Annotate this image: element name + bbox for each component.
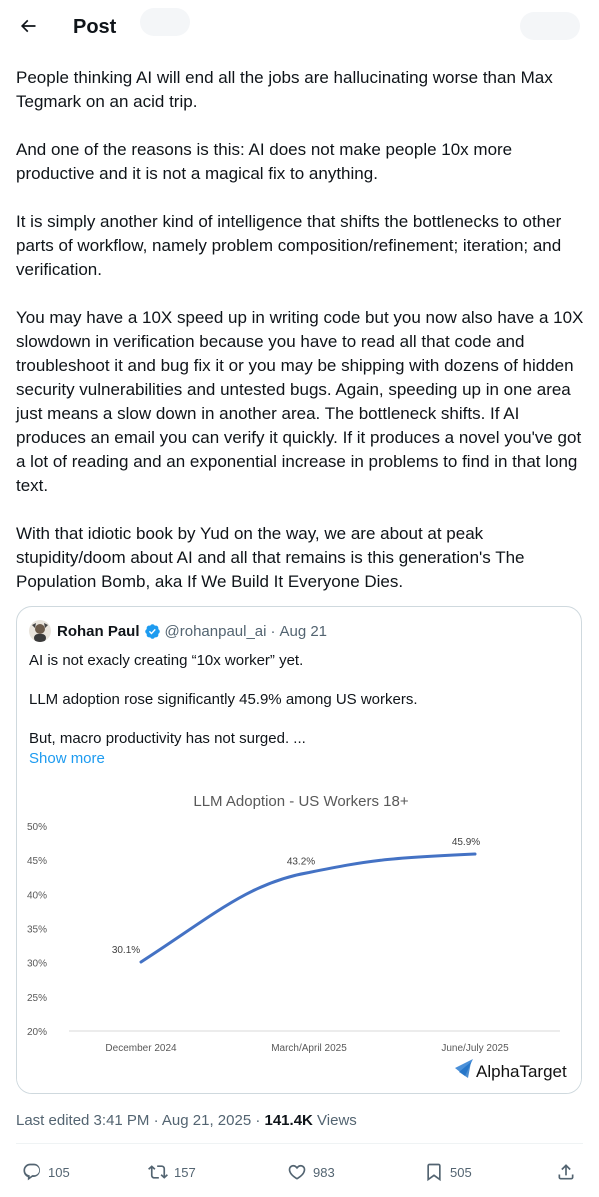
y-tick-label: 35% [27, 925, 47, 936]
data-label: 30.1% [112, 945, 140, 956]
repost-button[interactable]: 157 [148, 1157, 196, 1187]
x-tick-label: December 2024 [105, 1043, 177, 1054]
quoted-author-handle[interactable]: @rohanpaul_ai [165, 623, 267, 640]
post-paragraph: And one of the reasons is this: AI does … [16, 140, 513, 183]
verified-badge-icon [144, 623, 161, 640]
repost-count: 157 [174, 1164, 196, 1180]
quoted-post-header: Rohan Paul @rohanpaul_ai · Aug 21 [29, 620, 327, 642]
quoted-post-text: AI is not exacly creating “10x worker” y… [29, 651, 569, 769]
quoted-line: AI is not exacly creating “10x worker” y… [29, 652, 304, 669]
page-title: Post [73, 16, 117, 38]
repost-icon [148, 1165, 168, 1179]
views-count: 141.4K [264, 1112, 313, 1129]
post-paragraph: People thinking AI will end all the jobs… [16, 68, 553, 111]
action-bar: 105 157 983 505 [0, 1157, 599, 1187]
quoted-post[interactable]: Rohan Paul @rohanpaul_ai · Aug 21 AI is … [16, 606, 582, 1094]
arrow-left-icon [20, 19, 36, 33]
post-paragraph: You may have a 10X speed up in writing c… [16, 308, 584, 495]
reply-icon [23, 1163, 41, 1181]
share-button[interactable] [556, 1157, 576, 1187]
heart-icon [288, 1164, 306, 1180]
like-button[interactable]: 983 [287, 1157, 335, 1187]
quoted-author-name[interactable]: Rohan Paul [57, 623, 140, 640]
x-tick-label: March/April 2025 [271, 1043, 347, 1054]
back-button[interactable] [16, 14, 40, 38]
reply-count: 105 [48, 1164, 70, 1180]
separator-dot: · [270, 622, 276, 640]
y-tick-label: 20% [27, 1027, 47, 1038]
reply-button[interactable]: 105 [22, 1157, 70, 1187]
y-tick-label: 50% [27, 822, 47, 833]
y-tick-label: 30% [27, 959, 47, 970]
y-tick-label: 45% [27, 856, 47, 867]
bookmark-button[interactable]: 505 [424, 1157, 472, 1187]
quoted-line: But, macro productivity has not surged. … [29, 730, 306, 747]
bookmark-icon [427, 1163, 441, 1182]
post-paragraph: With that idiotic book by Yud on the way… [16, 524, 525, 591]
show-more-link[interactable]: Show more [29, 749, 569, 769]
data-label: 45.9% [452, 837, 480, 848]
line-chart: LLM Adoption - US Workers 18+ 50% 45% 40% 3… [17, 778, 581, 1093]
data-label: 43.2% [287, 856, 315, 867]
share-icon [558, 1164, 574, 1180]
post-text: People thinking AI will end all the jobs… [16, 66, 584, 618]
top-bar: Post [0, 0, 599, 53]
like-count: 983 [313, 1164, 335, 1180]
header-blur-area [140, 8, 190, 36]
header-blur-area-right [520, 12, 580, 40]
divider [16, 1143, 583, 1144]
watermark-text: AlphaTarget [476, 1062, 567, 1081]
y-tick-label: 40% [27, 890, 47, 901]
avatar[interactable] [29, 620, 51, 642]
chart-image[interactable]: LLM Adoption - US Workers 18+ 50% 45% 40% 3… [17, 778, 581, 1093]
chart-title: LLM Adoption - US Workers 18+ [193, 793, 408, 810]
quoted-post-date[interactable]: Aug 21 [279, 623, 327, 640]
views-label: Views [312, 1112, 357, 1129]
y-tick-label: 25% [27, 993, 47, 1004]
post-paragraph: It is simply another kind of intelligenc… [16, 212, 562, 279]
edited-timestamp[interactable]: Last edited 3:41 PM · Aug 21, 2025 · [16, 1112, 265, 1129]
bookmark-count: 505 [450, 1164, 472, 1180]
quoted-line: LLM adoption rose significantly 45.9% am… [29, 691, 418, 708]
post-meta: Last edited 3:41 PM · Aug 21, 2025 · 141… [16, 1111, 357, 1131]
x-tick-label: June/July 2025 [441, 1043, 509, 1054]
